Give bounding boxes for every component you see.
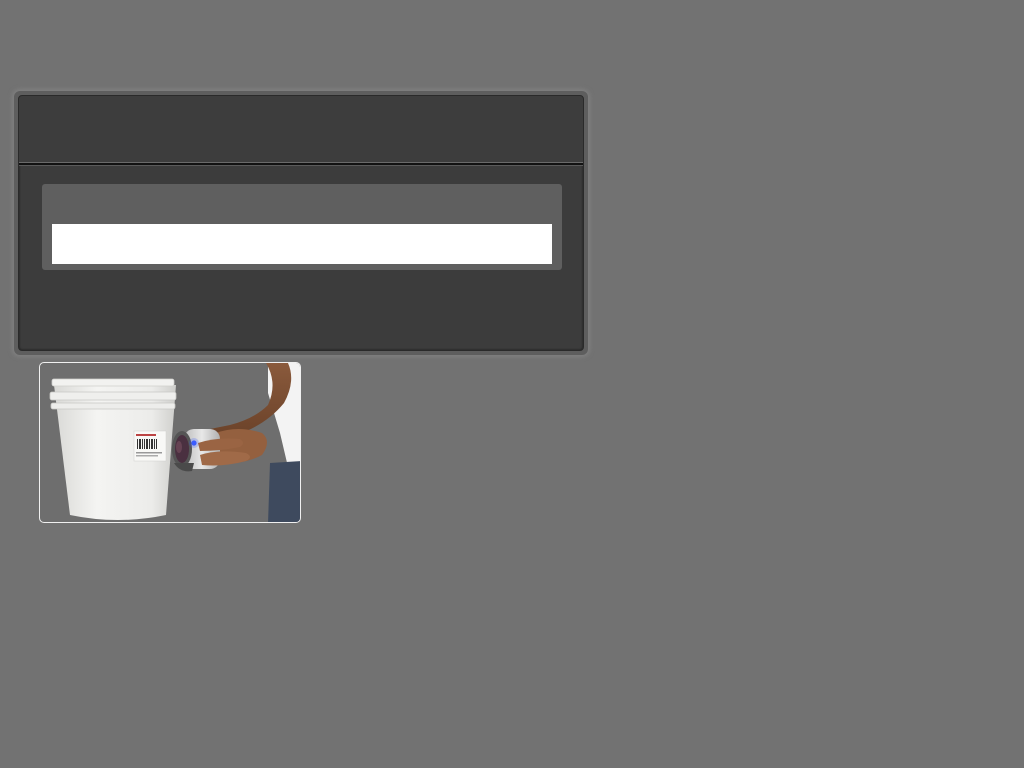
product-photo	[39, 362, 301, 523]
input-group	[42, 184, 562, 270]
header-separator	[19, 162, 583, 166]
dialog-panel	[18, 95, 584, 351]
scanner-bucket-illustration	[49, 363, 300, 522]
barcode-label	[133, 430, 167, 462]
text-input-field[interactable]	[52, 224, 552, 264]
bucket	[49, 378, 177, 520]
dialog-frame	[14, 91, 588, 355]
dialog-header	[19, 96, 583, 162]
